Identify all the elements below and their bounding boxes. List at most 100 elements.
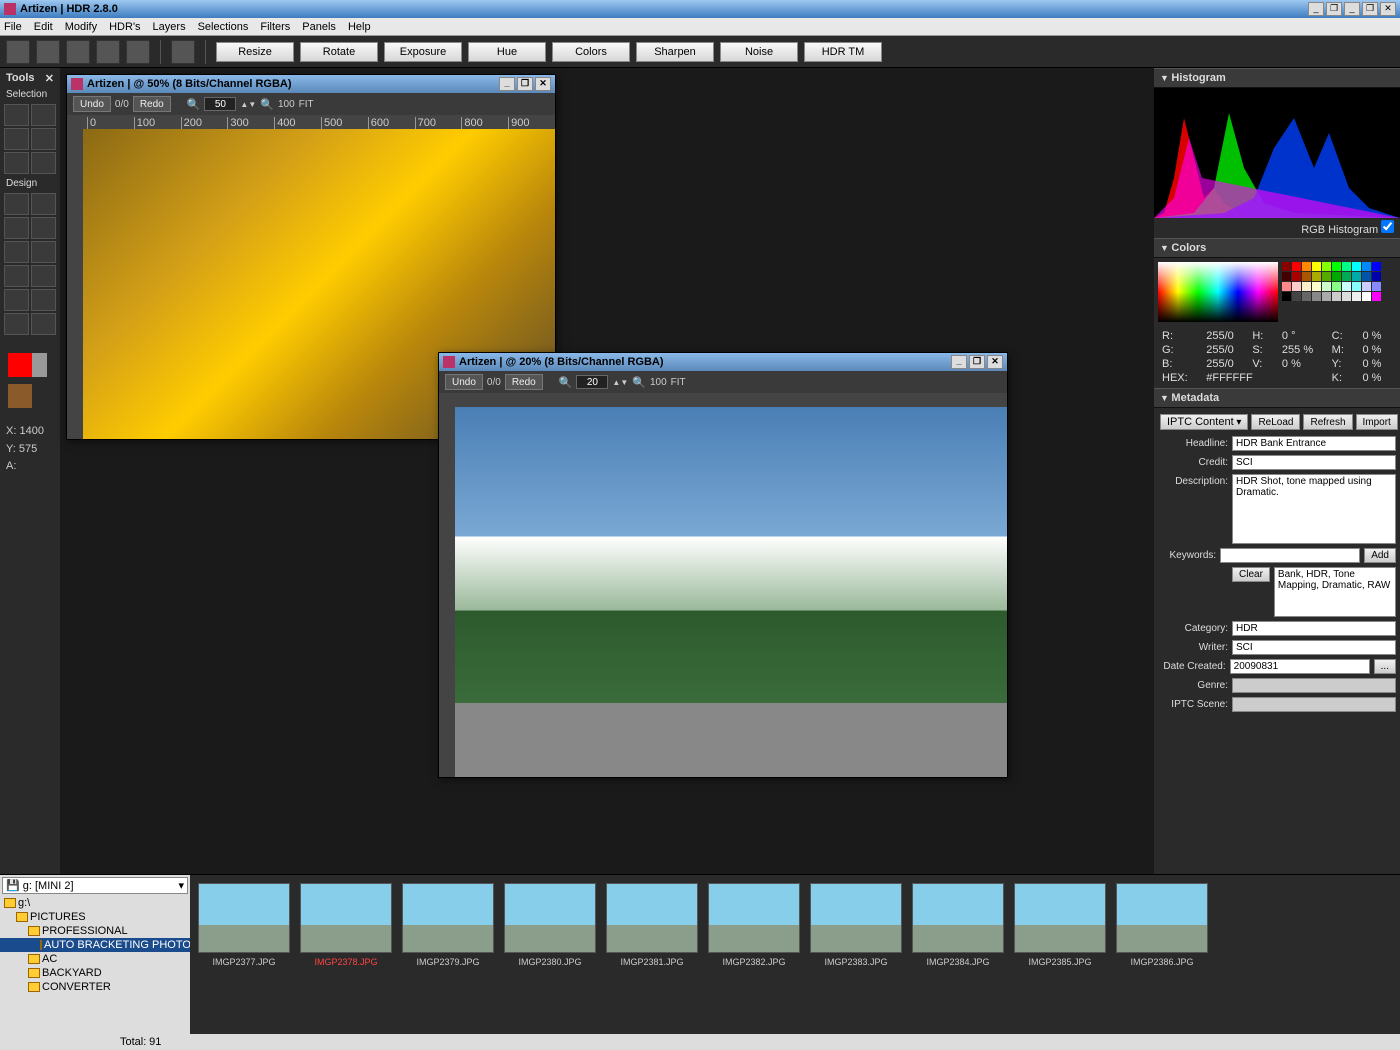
- description-field[interactable]: [1232, 474, 1396, 544]
- new-icon[interactable]: [6, 40, 30, 64]
- toolbar-resize[interactable]: Resize: [216, 42, 294, 62]
- menu-panels[interactable]: Panels: [302, 21, 336, 33]
- maximize-button[interactable]: ❐: [1362, 2, 1378, 16]
- import-button[interactable]: Import: [1356, 414, 1398, 430]
- doc1-undo[interactable]: Undo: [73, 96, 111, 112]
- tool-eyedrop[interactable]: [4, 313, 29, 335]
- tool-eraser[interactable]: [31, 313, 56, 335]
- zoomin-icon[interactable]: 🔍: [632, 376, 646, 389]
- tool-clone[interactable]: [31, 217, 56, 239]
- doc1-redo[interactable]: Redo: [133, 96, 171, 112]
- toolbar-noise[interactable]: Noise: [720, 42, 798, 62]
- minimize-button[interactable]: _: [1308, 2, 1324, 16]
- toolbar-colors[interactable]: Colors: [552, 42, 630, 62]
- tool-hand[interactable]: [31, 104, 56, 126]
- folder-node[interactable]: PROFESSIONAL: [0, 924, 190, 938]
- foreground-swatch[interactable]: [8, 353, 32, 377]
- toolbar-hdr-tm[interactable]: HDR TM: [804, 42, 882, 62]
- doc2-min[interactable]: _: [951, 355, 967, 369]
- clear-button[interactable]: Clear: [1232, 567, 1270, 582]
- thumbnail-image[interactable]: [708, 883, 800, 953]
- refresh-button[interactable]: Refresh: [1303, 414, 1352, 430]
- open-icon[interactable]: [36, 40, 60, 64]
- folder-node[interactable]: AUTO BRACKETING PHOTOS: [0, 938, 190, 952]
- doc2-zoom[interactable]: [576, 375, 608, 389]
- date-field[interactable]: [1230, 659, 1370, 674]
- thumbnail[interactable]: IMGP2385.JPG: [1014, 883, 1106, 1026]
- category-field[interactable]: [1232, 621, 1396, 636]
- toolbar-sharpen[interactable]: Sharpen: [636, 42, 714, 62]
- menu-help[interactable]: Help: [348, 21, 371, 33]
- thumbnail[interactable]: IMGP2378.JPG: [300, 883, 392, 1026]
- scene-field[interactable]: [1232, 697, 1396, 712]
- tool-ellipse[interactable]: [31, 128, 56, 150]
- zoomout-icon[interactable]: 🔍: [187, 98, 201, 111]
- drive-combo[interactable]: 💾 g: [MINI 2]▾: [2, 877, 188, 894]
- texture-swatch[interactable]: [8, 384, 32, 408]
- tool-dodge[interactable]: [4, 241, 29, 263]
- doc1-fit[interactable]: FIT: [299, 99, 314, 110]
- tool-zoom[interactable]: [31, 265, 56, 287]
- credit-field[interactable]: [1232, 455, 1396, 470]
- print-icon[interactable]: [126, 40, 150, 64]
- histogram-checkbox[interactable]: [1381, 220, 1394, 233]
- tool-marquee[interactable]: [4, 128, 29, 150]
- doc2-fit[interactable]: FIT: [671, 377, 686, 388]
- doc2-redo[interactable]: Redo: [505, 374, 543, 390]
- zoomout-icon[interactable]: 🔍: [559, 376, 573, 389]
- folder-node[interactable]: AC: [0, 952, 190, 966]
- thumbnail[interactable]: IMGP2382.JPG: [708, 883, 800, 1026]
- doc2-close[interactable]: ✕: [987, 355, 1003, 369]
- thumbnail[interactable]: IMGP2380.JPG: [504, 883, 596, 1026]
- document-window-2[interactable]: Artizen | @ 20% (8 Bits/Channel RGBA) _❐…: [438, 352, 1008, 778]
- metadata-header[interactable]: Metadata: [1154, 388, 1400, 408]
- thumbnail[interactable]: IMGP2379.JPG: [402, 883, 494, 1026]
- color-spectrum[interactable]: [1158, 262, 1278, 322]
- minimize2-button[interactable]: _: [1344, 2, 1360, 16]
- keyword-list[interactable]: [1274, 567, 1396, 617]
- iptc-select[interactable]: IPTC Content ▾: [1160, 414, 1248, 430]
- folder-node[interactable]: BACKYARD: [0, 966, 190, 980]
- folder-node[interactable]: CONVERTER: [0, 980, 190, 994]
- genre-field[interactable]: [1232, 678, 1396, 693]
- thumbnail-image[interactable]: [504, 883, 596, 953]
- folder-tree[interactable]: 💾 g: [MINI 2]▾ g:\PICTURESPROFESSIONALAU…: [0, 875, 190, 1034]
- tool-smudge[interactable]: [4, 265, 29, 287]
- folder-node[interactable]: PICTURES: [0, 910, 190, 924]
- pointer-icon[interactable]: [171, 40, 195, 64]
- toolbox-close-icon[interactable]: ✕: [45, 72, 54, 85]
- tool-text[interactable]: [4, 289, 29, 311]
- thumbnail-strip[interactable]: IMGP2377.JPGIMGP2378.JPGIMGP2379.JPGIMGP…: [190, 875, 1400, 1034]
- tool-brush[interactable]: [4, 193, 29, 215]
- thumbnail-image[interactable]: [1014, 883, 1106, 953]
- restore-button[interactable]: ❐: [1326, 2, 1342, 16]
- thumbnail-image[interactable]: [1116, 883, 1208, 953]
- doc2-undo[interactable]: Undo: [445, 374, 483, 390]
- reload-button[interactable]: ReLoad: [1251, 414, 1300, 430]
- thumbnail[interactable]: IMGP2384.JPG: [912, 883, 1004, 1026]
- close-button[interactable]: ✕: [1380, 2, 1396, 16]
- menu-filters[interactable]: Filters: [260, 21, 290, 33]
- toolbar-hue[interactable]: Hue: [468, 42, 546, 62]
- color-swatches[interactable]: [1282, 262, 1381, 322]
- camera-icon[interactable]: [96, 40, 120, 64]
- menu-hdr's[interactable]: HDR's: [109, 21, 140, 33]
- menu-layers[interactable]: Layers: [153, 21, 186, 33]
- thumbnail[interactable]: IMGP2383.JPG: [810, 883, 902, 1026]
- doc1-close[interactable]: ✕: [535, 77, 551, 91]
- thumbnail[interactable]: IMGP2377.JPG: [198, 883, 290, 1026]
- tool-airbrush[interactable]: [4, 217, 29, 239]
- thumbnail-image[interactable]: [606, 883, 698, 953]
- tool-burn[interactable]: [31, 241, 56, 263]
- thumbnail-image[interactable]: [198, 883, 290, 953]
- histogram-header[interactable]: Histogram: [1154, 68, 1400, 88]
- menu-edit[interactable]: Edit: [34, 21, 53, 33]
- headline-field[interactable]: [1232, 436, 1396, 451]
- save-icon[interactable]: [66, 40, 90, 64]
- add-button[interactable]: Add: [1364, 548, 1396, 563]
- menu-modify[interactable]: Modify: [65, 21, 97, 33]
- zoom-spinner[interactable]: ▲▼: [612, 378, 628, 387]
- tool-lasso[interactable]: [4, 152, 29, 174]
- tool-crop[interactable]: [31, 152, 56, 174]
- toolbar-rotate[interactable]: Rotate: [300, 42, 378, 62]
